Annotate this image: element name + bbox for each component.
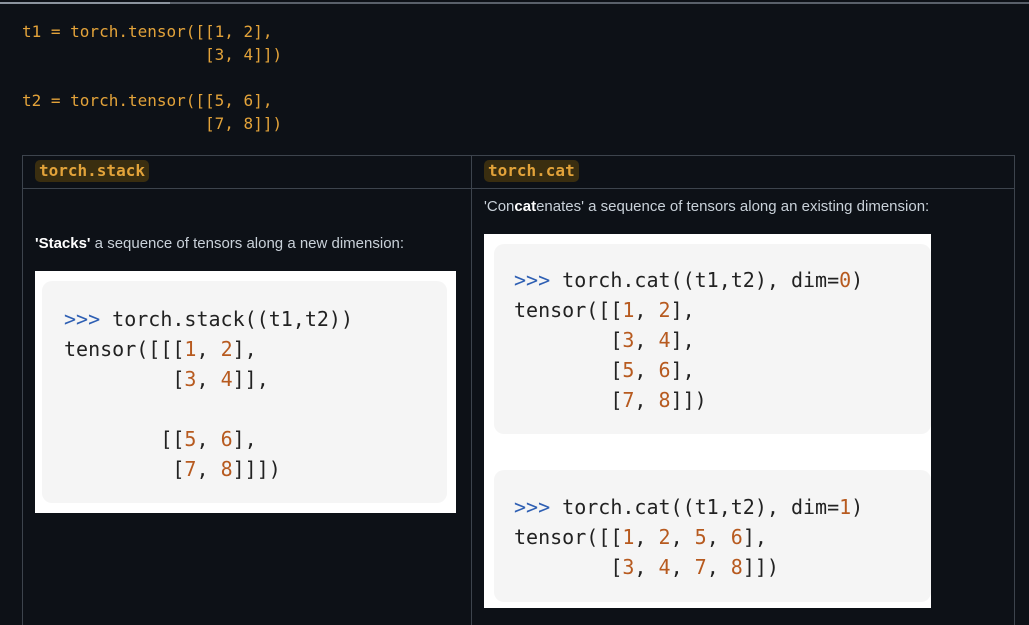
code-text: , xyxy=(634,388,659,412)
code-number: 8 xyxy=(658,388,671,412)
table-header-divider xyxy=(22,188,1015,189)
code-text: [ xyxy=(64,367,185,391)
code-text: ], xyxy=(232,427,257,451)
code-text: , xyxy=(196,337,221,361)
repl-prompt: >>> xyxy=(514,495,551,519)
code-call: torch.cat((t1,t2), dim= xyxy=(550,268,840,292)
code-number: 8 xyxy=(730,555,743,579)
cat-description-bold: cat xyxy=(514,198,537,215)
code-text: , xyxy=(706,525,731,549)
code-text: ]]) xyxy=(742,555,779,579)
header-torch-cat: torch.cat xyxy=(484,160,579,182)
cat-dim1-code-snippet: >>> torch.cat((t1,t2), dim=1) tensor([[1… xyxy=(514,492,863,582)
code-number: 3 xyxy=(184,367,197,391)
code-call: torch.cat((t1,t2), dim= xyxy=(550,495,840,519)
stack-code-snippet: >>> torch.stack((t1,t2)) tensor([[[1, 2]… xyxy=(64,304,353,484)
code-text: ], xyxy=(670,328,695,352)
code-number: 3 xyxy=(622,328,635,352)
stack-example-image: >>> torch.stack((t1,t2)) tensor([[[1, 2]… xyxy=(35,271,456,513)
code-text: , xyxy=(634,525,659,549)
code-number: 1 xyxy=(184,337,197,361)
code-text: [ xyxy=(514,358,623,382)
code-number: 7 xyxy=(184,457,197,481)
stack-description-text: a sequence of tensors along a new dimens… xyxy=(90,235,405,252)
table-border-middle xyxy=(471,155,472,625)
comparison-table: torch.stack torch.cat 'Stacks' a sequenc… xyxy=(22,155,1015,625)
code-number: 6 xyxy=(730,525,743,549)
code-text: ) xyxy=(851,495,864,519)
code-text: , xyxy=(706,555,731,579)
table-border-right xyxy=(1014,155,1015,625)
repl-prompt: >>> xyxy=(64,307,101,331)
code-text: ]], xyxy=(232,367,269,391)
code-number: 6 xyxy=(658,358,671,382)
code-text: , xyxy=(634,298,659,322)
code-text: ) xyxy=(851,268,864,292)
code-number: 0 xyxy=(839,268,852,292)
code-block: t1 = torch.tensor([[1, 2], [3, 4]]) t2 = … xyxy=(22,20,282,135)
code-line: t2 = torch.tensor([[5, 6], xyxy=(22,91,273,110)
code-line: t1 = torch.tensor([[1, 2], xyxy=(22,22,273,41)
header-torch-stack: torch.stack xyxy=(35,160,149,182)
table-border-top xyxy=(22,155,1015,156)
stack-description-bold: 'Stacks' xyxy=(35,235,91,252)
code-text: [ xyxy=(514,328,623,352)
code-number: 5 xyxy=(622,358,635,382)
stack-description: 'Stacks' a sequence of tensors along a n… xyxy=(35,235,404,252)
code-number: 7 xyxy=(622,388,635,412)
table-border-left xyxy=(22,155,23,625)
top-tab-indicator xyxy=(0,2,170,4)
code-text: [[ xyxy=(64,427,185,451)
code-text: , xyxy=(196,427,221,451)
code-number: 2 xyxy=(658,525,671,549)
code-number: 5 xyxy=(694,525,707,549)
cat-description-prefix: 'Con xyxy=(484,198,515,215)
code-text: ]]) xyxy=(670,388,707,412)
code-number: 4 xyxy=(220,367,233,391)
code-number: 4 xyxy=(658,328,671,352)
code-text: , xyxy=(634,555,659,579)
code-text: ], xyxy=(232,337,257,361)
code-call: torch.stack((t1,t2)) xyxy=(100,307,353,331)
cat-description: 'Concatenates' a sequence of tensors alo… xyxy=(484,198,929,215)
code-text: , xyxy=(634,358,659,382)
code-text: [ xyxy=(64,457,185,481)
code-line: [3, 4]]) xyxy=(22,45,283,64)
cat-description-text: enates' a sequence of tensors along an e… xyxy=(536,198,930,215)
code-text: ], xyxy=(742,525,767,549)
cat-dim0-code-snippet: >>> torch.cat((t1,t2), dim=0) tensor([[1… xyxy=(514,265,863,415)
code-text: [ xyxy=(514,555,623,579)
cat-example-image: >>> torch.cat((t1,t2), dim=0) tensor([[1… xyxy=(484,234,931,608)
code-number: 8 xyxy=(220,457,233,481)
code-number: 2 xyxy=(220,337,233,361)
code-text: ], xyxy=(670,298,695,322)
code-number: 4 xyxy=(658,555,671,579)
code-text: tensor([[[ xyxy=(64,337,185,361)
repl-prompt: >>> xyxy=(514,268,551,292)
code-number: 3 xyxy=(622,555,635,579)
code-line: [7, 8]]) xyxy=(22,114,283,133)
code-number: 5 xyxy=(184,427,197,451)
code-text: ], xyxy=(670,358,695,382)
code-text: , xyxy=(670,555,695,579)
code-text: [ xyxy=(514,388,623,412)
code-text: ]]]) xyxy=(232,457,281,481)
code-text: , xyxy=(196,457,221,481)
code-text: tensor([[ xyxy=(514,525,623,549)
code-number: 1 xyxy=(622,525,635,549)
code-text: , xyxy=(670,525,695,549)
code-number: 2 xyxy=(658,298,671,322)
code-text: tensor([[ xyxy=(514,298,623,322)
code-number: 7 xyxy=(694,555,707,579)
code-number: 6 xyxy=(220,427,233,451)
code-number: 1 xyxy=(839,495,852,519)
code-number: 1 xyxy=(622,298,635,322)
code-text: , xyxy=(634,328,659,352)
code-text: , xyxy=(196,367,221,391)
